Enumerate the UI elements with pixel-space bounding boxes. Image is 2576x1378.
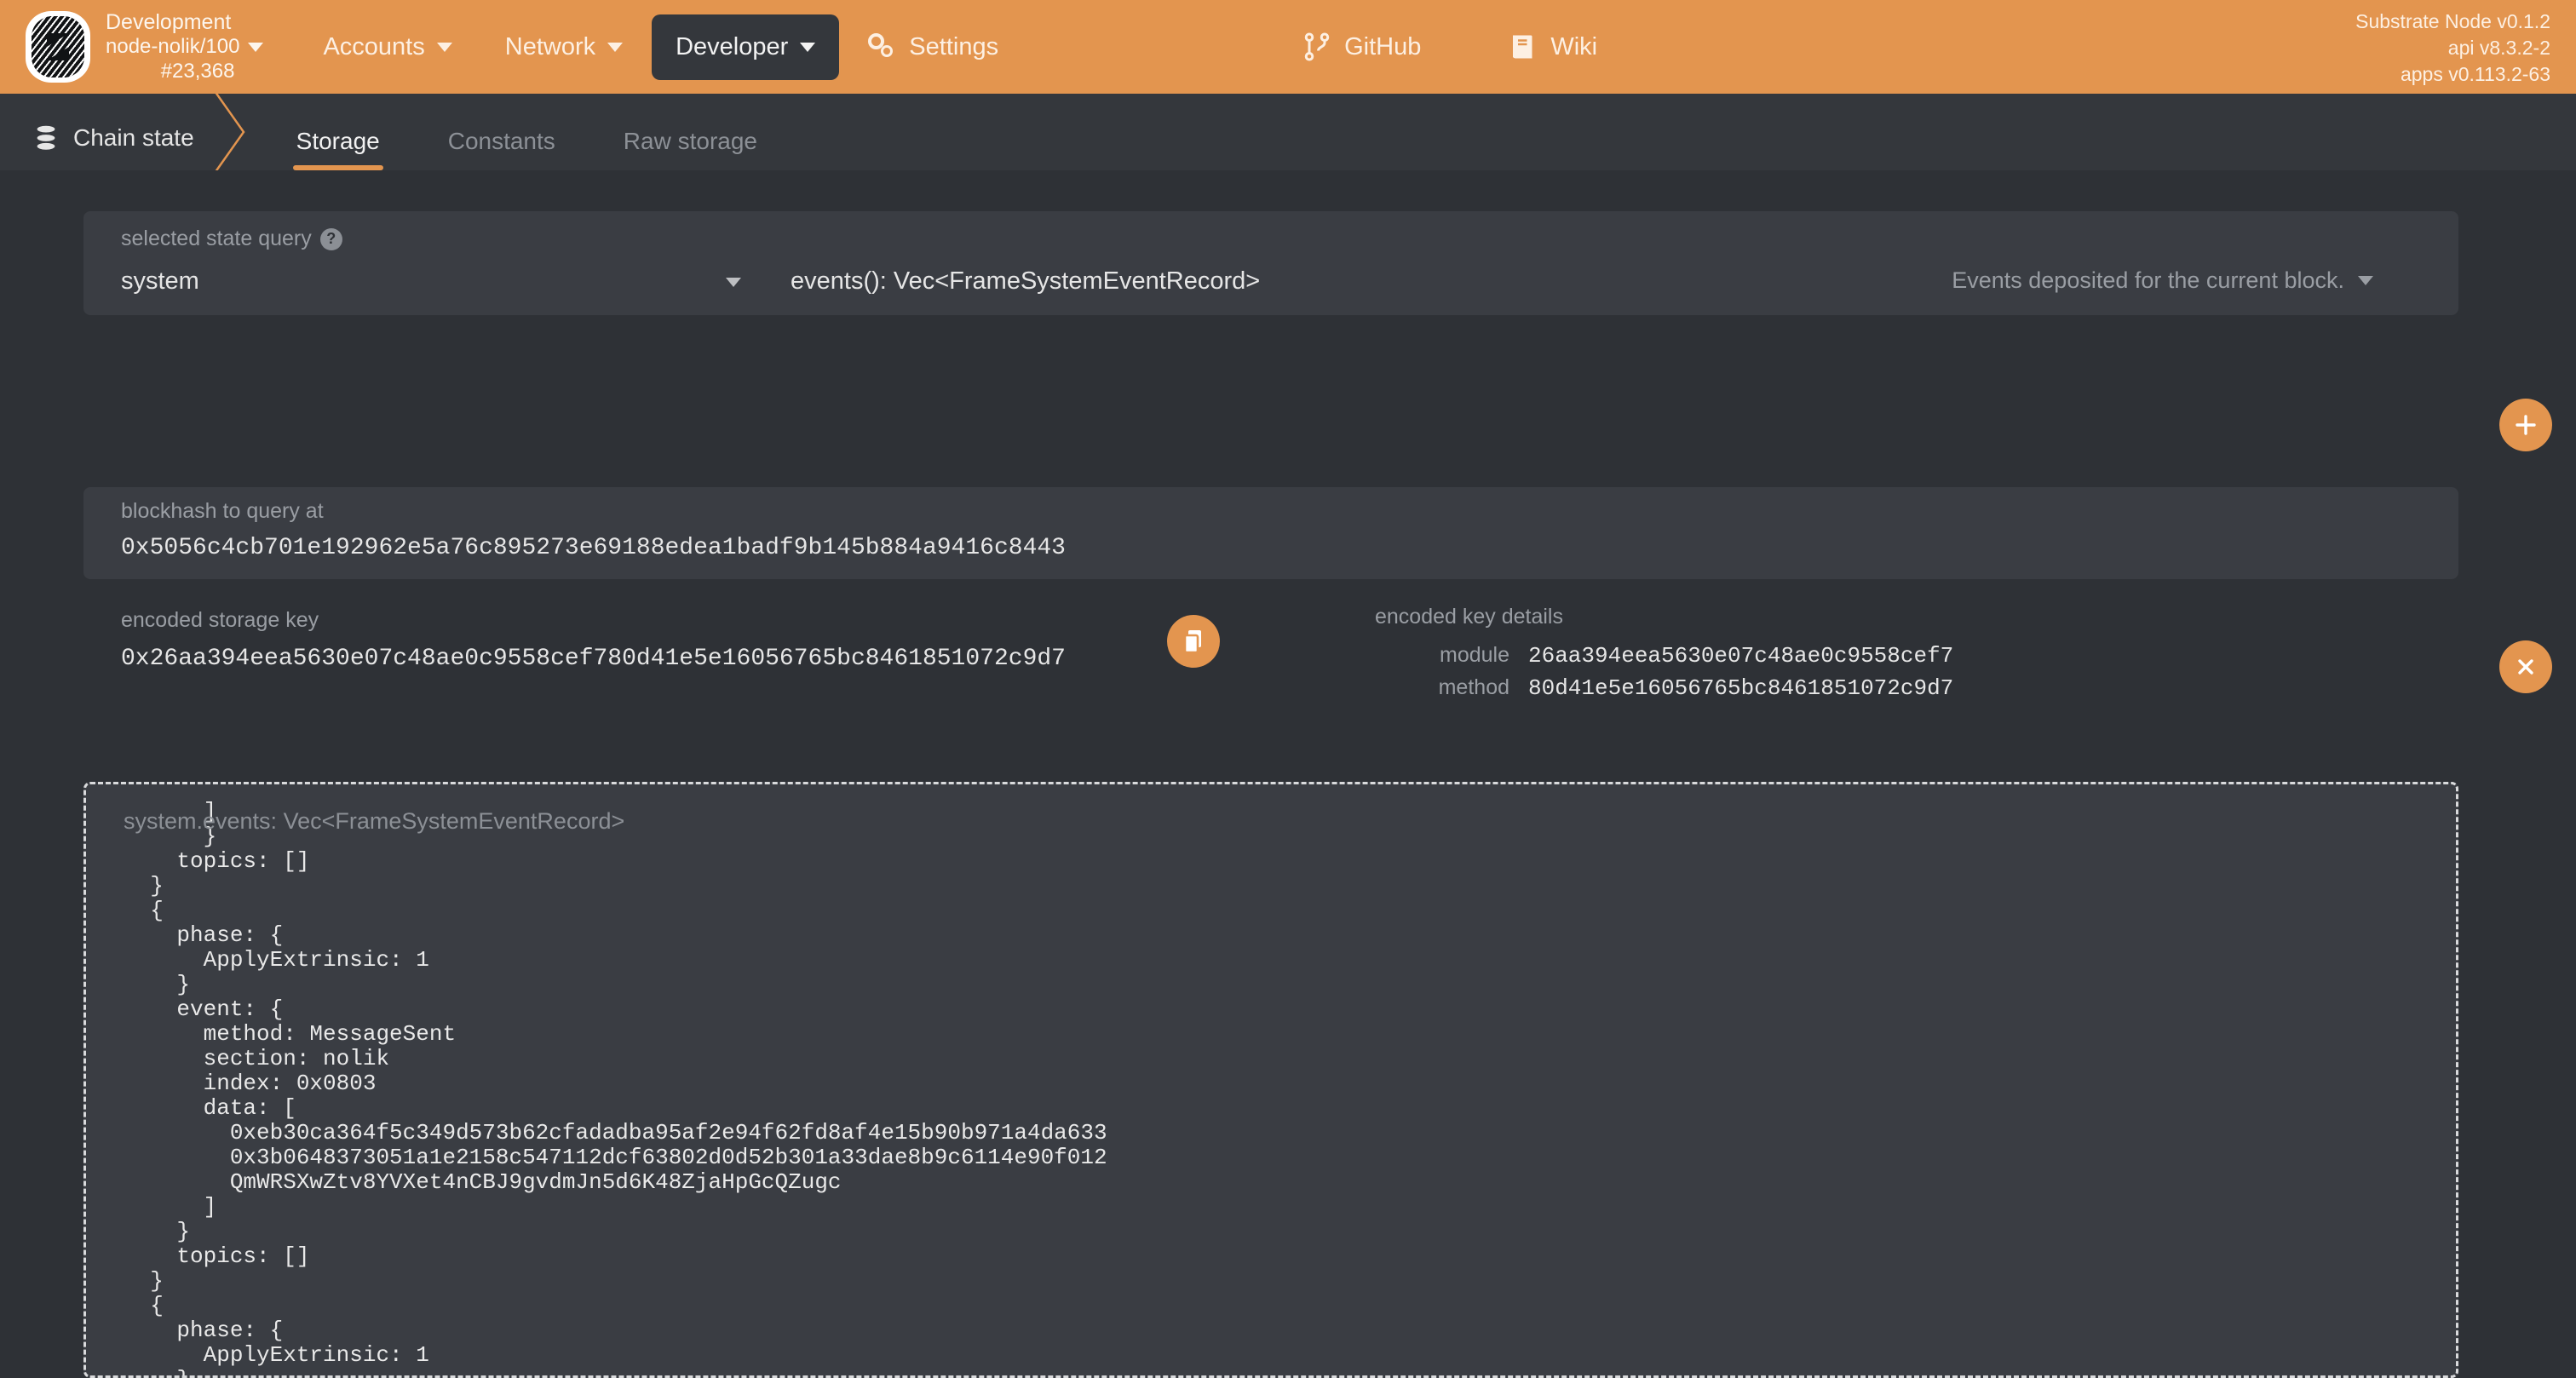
key-detail-value-module: 26aa394eea5630e07c48ae0c9558cef7 (1528, 643, 1954, 669)
key-detail-value-method: 80d41e5e16056765bc8461851072c9d7 (1528, 675, 1954, 701)
encoded-storage-key-value: 0x26aa394eea5630e07c48ae0c9558cef780d41e… (121, 646, 1066, 672)
chevron-down-icon (436, 42, 452, 52)
chevron-down-icon[interactable] (248, 43, 264, 53)
state-query-label: selected state query ? (121, 227, 342, 251)
wiki-icon (1513, 35, 1532, 59)
nav-item-network[interactable]: Network (481, 14, 647, 80)
state-query-label-text: selected state query (121, 227, 312, 250)
version-node: Substrate Node v0.1.2 (2355, 10, 2550, 32)
link-github[interactable]: GitHub (1278, 13, 1445, 81)
page-title-label: Chain state (73, 124, 194, 151)
help-icon[interactable]: ? (319, 227, 342, 250)
nav-label-developer: Developer (676, 32, 789, 60)
tab-storage[interactable]: Storage (262, 128, 414, 170)
close-icon (2518, 659, 2533, 675)
external-links: GitHub Wiki (1278, 13, 1621, 81)
chain-block-number: #23,368 (160, 59, 235, 83)
key-detail-label-module: module (1440, 643, 1509, 667)
blockhash-label: blockhash to query at (121, 499, 324, 523)
nav-label-network: Network (504, 32, 596, 60)
plus-icon (2516, 415, 2536, 435)
chain-name: Development (106, 9, 232, 34)
page-title: Chain state (0, 124, 194, 170)
state-query-row: selected state query ? system events(): … (83, 211, 2458, 315)
add-query-button[interactable] (2499, 399, 2552, 451)
link-wiki[interactable]: Wiki (1484, 13, 1621, 81)
method-description[interactable]: Events deposited for the current block. (1952, 267, 2373, 294)
tab-label-storage: Storage (296, 128, 380, 154)
nav-label-settings: Settings (909, 32, 999, 60)
chevron-down-icon (607, 42, 624, 52)
nav-item-accounts[interactable]: Accounts (299, 14, 475, 80)
breadcrumb-chevron-icon (194, 88, 262, 176)
chevron-down-icon (800, 42, 816, 52)
blockhash-row[interactable]: blockhash to query at 0x5056c4cb701e1929… (83, 487, 2458, 579)
nav-item-settings[interactable]: Settings (844, 14, 1022, 80)
encoded-key-row: encoded storage key 0x26aa394eea5630e07c… (83, 596, 2458, 701)
chevron-down-icon[interactable] (726, 278, 741, 287)
github-icon (1304, 32, 1330, 61)
nav-item-developer[interactable]: Developer (652, 14, 840, 80)
tab-bar: Chain state Storage Constants Raw storag… (0, 88, 2576, 176)
encoded-storage-key-label: encoded storage key (121, 608, 319, 632)
tab-constants[interactable]: Constants (414, 128, 589, 170)
key-detail-row: module 26aa394eea5630e07c48ae0c9558cef7 (1375, 643, 1953, 669)
encoded-key-details-rows: module 26aa394eea5630e07c48ae0c9558cef7 … (1375, 643, 1954, 701)
main-navigation: Accounts Network Developer Settings (299, 14, 1022, 80)
version-api: api v8.3.2-2 (2447, 37, 2550, 60)
link-label-wiki: Wiki (1550, 32, 1598, 60)
gear-icon (868, 33, 897, 60)
blockhash-value[interactable]: 0x5056c4cb701e192962e5a76c895273e69188ed… (121, 535, 1066, 561)
substrate-logo-icon (26, 11, 90, 83)
top-bar: Development node-nolik/100 #23,368 Accou… (0, 0, 2576, 94)
chain-node-label: node-nolik/100 (106, 35, 240, 59)
remove-query-button[interactable] (2499, 640, 2552, 693)
query-result-panel[interactable]: system.events: Vec<FrameSystemEventRecor… (83, 782, 2458, 1378)
tab-list: Storage Constants Raw storage (262, 128, 791, 170)
module-select-value[interactable]: system (121, 267, 199, 296)
encoded-key-details: encoded key details module 26aa394eea563… (1375, 605, 1953, 701)
key-detail-label-method: method (1438, 675, 1509, 699)
tab-label-constants: Constants (447, 128, 555, 154)
chevron-down-icon (2358, 276, 2373, 285)
tab-label-raw-storage: Raw storage (623, 128, 757, 154)
link-label-github: GitHub (1344, 32, 1422, 60)
chain-selector[interactable]: Development node-nolik/100 #23,368 (0, 9, 264, 83)
copy-icon (1183, 630, 1201, 654)
query-result-json[interactable]: ] } topics: [] } { phase: { ApplyExtrins… (86, 784, 1145, 1376)
copy-storage-key-button[interactable] (1167, 615, 1220, 668)
chain-node: node-nolik/100 (106, 35, 264, 59)
encoded-key-details-title: encoded key details (1375, 605, 1563, 629)
version-info: Substrate Node v0.1.2 api v8.3.2-2 apps … (2355, 9, 2550, 88)
method-select-value[interactable]: events(): Vec<FrameSystemEventRecord> (791, 267, 1260, 296)
method-description-text: Events deposited for the current block. (1952, 267, 2344, 293)
chain-info: Development node-nolik/100 #23,368 (106, 9, 264, 83)
nav-label-accounts: Accounts (323, 32, 425, 60)
database-icon (37, 125, 55, 150)
version-apps: apps v0.113.2-63 (2400, 63, 2550, 86)
tab-raw-storage[interactable]: Raw storage (589, 128, 791, 170)
key-detail-row: method 80d41e5e16056765bc8461851072c9d7 (1375, 675, 1954, 701)
